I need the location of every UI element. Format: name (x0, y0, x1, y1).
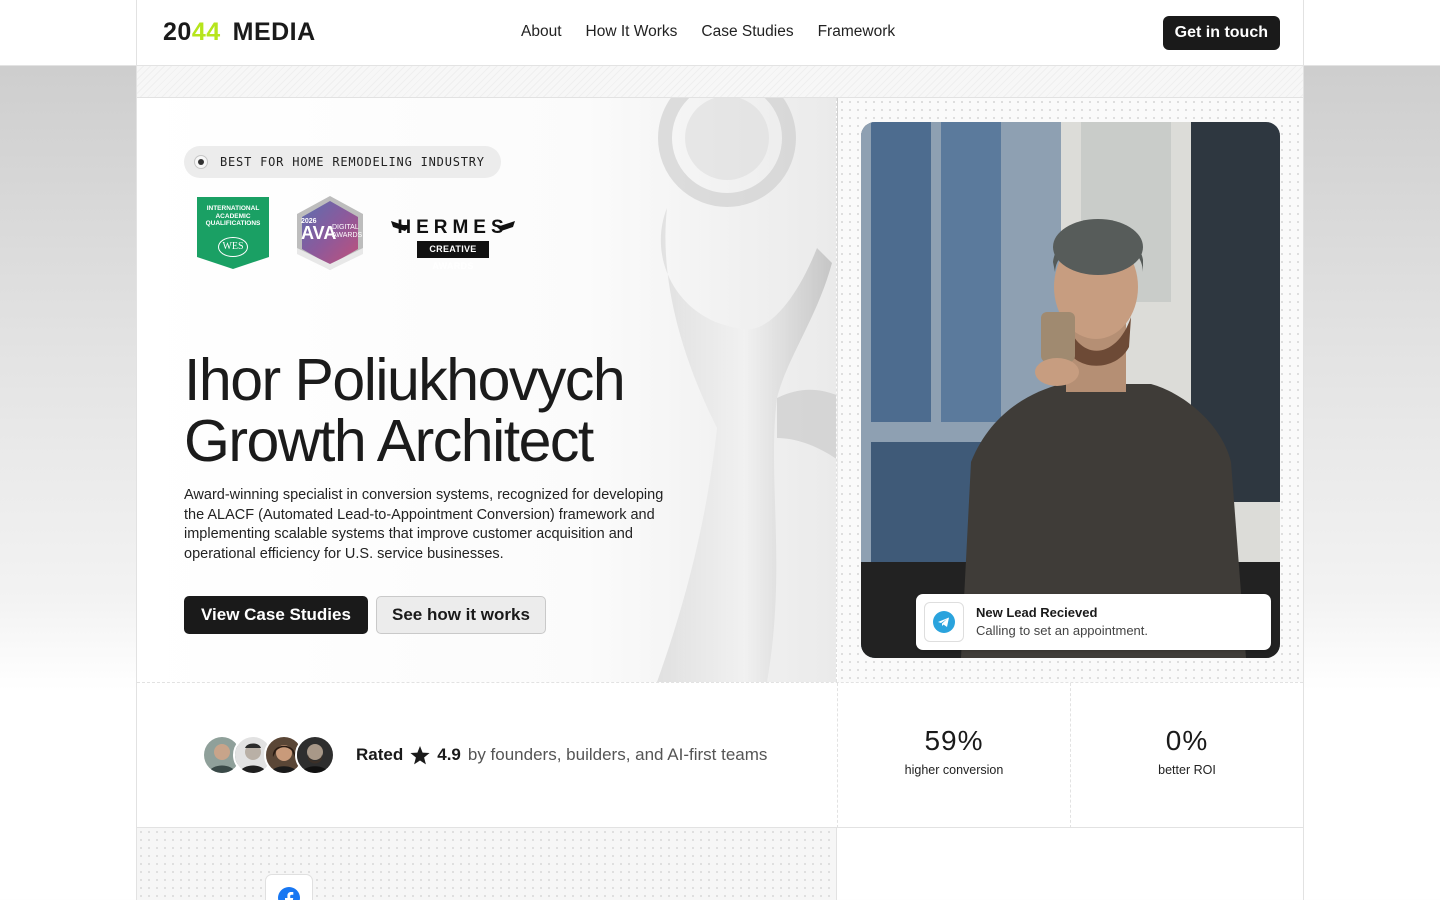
nav-about[interactable]: About (521, 23, 562, 41)
logo[interactable]: 2044 MEDIA (163, 18, 316, 47)
dot-icon (194, 155, 208, 169)
logo-number: 20 (163, 18, 192, 46)
nav-how-it-works[interactable]: How It Works (586, 23, 678, 41)
industry-pill-label: BEST FOR HOME REMODELING INDUSTRY (220, 155, 485, 169)
rating-suffix: by founders, builders, and AI-first team… (467, 745, 768, 764)
wes-badge-mark: WES (218, 237, 248, 257)
avatar-group (202, 735, 335, 775)
award-badges: INTERNATIONAL ACADEMIC QUALIFICATIONS WE… (197, 194, 515, 272)
wes-badge-label: INTERNATIONAL ACADEMIC QUALIFICATIONS (205, 205, 261, 227)
logo-number-accent: 44 (191, 18, 221, 46)
hermes-badge: HERMES CREATIVE AWARDS (391, 207, 515, 271)
view-case-studies-button[interactable]: View Case Studies (184, 596, 368, 634)
stat-value: 0% (1165, 725, 1209, 756)
award-statue-image (657, 98, 836, 682)
rating-score: 4.9 (437, 745, 461, 764)
header-inner: 2044 MEDIA About How It Works Case Studie… (136, 0, 1304, 65)
ava-badge-sub: DIGITAL AWARDS (332, 224, 363, 239)
star-icon (410, 745, 430, 764)
see-how-it-works-button[interactable]: See how it works (376, 596, 546, 634)
hero-right: New Lead Recieved Calling to set an appo… (838, 98, 1303, 682)
hero-left: BEST FOR HOME REMODELING INDUSTRY INTERN… (137, 98, 837, 682)
stat-label: higher conversion (904, 763, 1004, 777)
nav-framework[interactable]: Framework (818, 23, 896, 41)
notification-subtitle: Calling to set an appointment. (976, 623, 1148, 638)
stat-label: better ROI (1158, 763, 1216, 777)
hero-title: Ihor Poliukhovych Growth Architect (184, 347, 626, 474)
man-with-coffee-photo (861, 122, 1280, 658)
stat-conversion: 59% higher conversion (837, 683, 1070, 828)
get-in-touch-button[interactable]: Get in touch (1162, 16, 1280, 50)
hermes-badge-name: HERMES (397, 217, 509, 238)
industry-pill: BEST FOR HOME REMODELING INDUSTRY (184, 146, 501, 178)
new-lead-notification: New Lead Recieved Calling to set an appo… (916, 594, 1271, 650)
hero-description: Award-winning specialist in conversion s… (184, 487, 664, 562)
facebook-card[interactable] (265, 874, 313, 900)
hero-title-line-2: Growth Architect (184, 408, 594, 474)
ava-badge: 2026 AVA DIGITAL AWARDS (291, 194, 369, 272)
notification-title: New Lead Recieved (976, 605, 1098, 620)
decorative-stripe (137, 66, 1303, 98)
site-header: 2044 MEDIA About How It Works Case Studie… (0, 0, 1440, 66)
hero-photo: New Lead Recieved Calling to set an appo… (861, 122, 1280, 658)
main-nav: About How It Works Case Studies Framewor… (521, 23, 895, 41)
rating: Rated 4.9 by founders, builders, and AI-… (356, 745, 767, 765)
wes-badge: INTERNATIONAL ACADEMIC QUALIFICATIONS WE… (197, 197, 269, 269)
hero-title-line-1: Ihor Poliukhovych (184, 347, 626, 413)
stat-roi: 0% better ROI (1070, 683, 1303, 828)
telegram-icon (924, 602, 964, 642)
stat-value: 59% (924, 725, 984, 756)
bottom-section (137, 828, 837, 900)
avatar (295, 735, 335, 775)
logo-word: MEDIA (232, 18, 316, 46)
nav-case-studies[interactable]: Case Studies (701, 23, 793, 41)
hermes-badge-sub: CREATIVE AWARDS (417, 241, 489, 271)
rating-prefix: Rated (356, 745, 404, 764)
social-proof-row: Rated 4.9 by founders, builders, and AI-… (137, 682, 1303, 828)
facebook-icon (278, 887, 300, 900)
